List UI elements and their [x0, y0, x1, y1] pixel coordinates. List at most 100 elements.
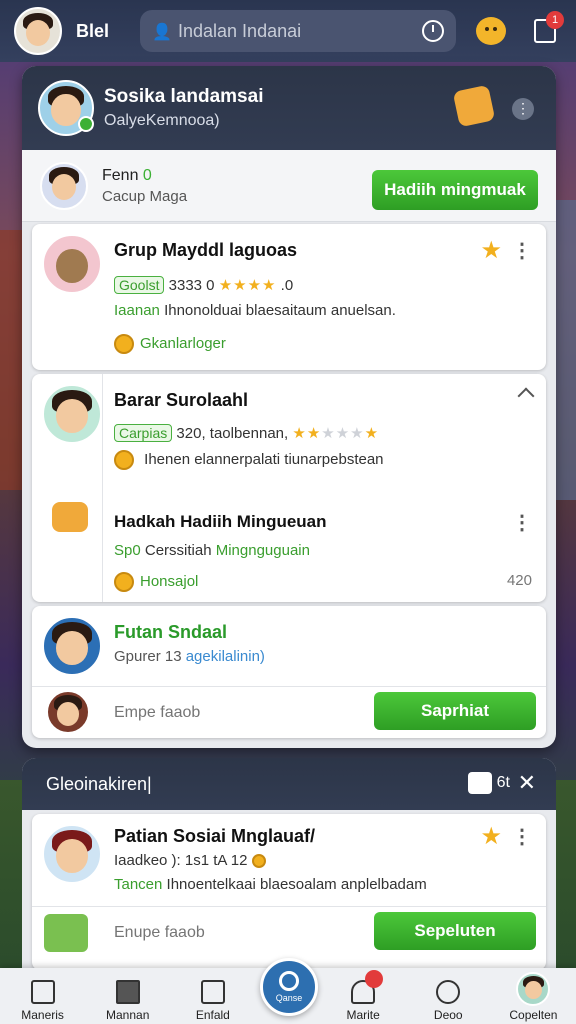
nav-item-alerts[interactable]: Marite [323, 968, 403, 1022]
feed-avatar [40, 161, 88, 210]
nav-label: Deoo [433, 1008, 463, 1022]
star-icon[interactable]: ★ [480, 822, 502, 851]
nav-label: Copelten [509, 1008, 558, 1022]
profile-nav-avatar [516, 972, 551, 1006]
gift-count: 420 [506, 572, 532, 589]
send-button[interactable]: Saprhiat [374, 692, 536, 730]
mascot-icon[interactable] [476, 17, 506, 45]
secondary-panel: Gleoinakiren| 6t ✕ Patian Sosiai Mnglaua… [22, 758, 556, 978]
divider [102, 374, 103, 602]
gift-mascot-icon [52, 502, 88, 532]
group-footer[interactable]: Gkanlarloger [140, 335, 226, 352]
nav-label: Enfald [195, 1008, 230, 1022]
profile-name: Sosika landamsai [104, 86, 264, 107]
chat-avatar [42, 616, 102, 676]
close-icon[interactable]: ✕ [518, 770, 536, 796]
group-pill: Goolst [114, 276, 165, 294]
friend-title: Barar Surolaahl [114, 390, 249, 410]
post-title: Patian Sosiai Mnglauaf/ [114, 826, 316, 846]
online-status-icon [78, 116, 94, 132]
message-input[interactable] [114, 700, 314, 726]
nav-label: Mannan [106, 1008, 150, 1022]
nav-item-docs[interactable]: Enfald [173, 968, 253, 1022]
alert-badge [365, 970, 384, 988]
nav-label: Maneris [21, 1008, 64, 1022]
top-bar: Blel 👤 1 [0, 0, 576, 62]
group-title: Grup Mayddl laguoas [114, 240, 298, 260]
feed-title: Fenn [102, 166, 139, 184]
center-label: Qanse [275, 993, 303, 1003]
coin-icon [114, 450, 134, 470]
post-menu-icon[interactable]: ⋮ [512, 824, 532, 849]
person-icon: 👤 [152, 24, 172, 41]
friend-meta: 320, taolbennan, [176, 425, 289, 442]
notification-icon[interactable]: 1 [534, 11, 564, 43]
search-input[interactable] [178, 20, 422, 42]
nav-item-profile[interactable]: Copelten [493, 968, 573, 1022]
sticker-icon[interactable] [44, 914, 88, 952]
gift-title: Hadkah Hadiih Mingueuan [114, 512, 327, 531]
friend-desc: Ihenen elannerpalati tiunarpebstean [144, 450, 384, 468]
nav-label: Marite [346, 1008, 380, 1022]
card-menu-icon[interactable]: ⋮ [512, 238, 532, 263]
hadiah-button[interactable]: Hadiih mingmuak [372, 170, 538, 210]
notification-badge: 1 [546, 11, 564, 29]
brand-label: Blel [76, 20, 110, 41]
search-bar[interactable]: 👤 [140, 10, 456, 52]
nav-item-search[interactable]: Deoo [408, 968, 488, 1022]
friend-card[interactable]: Barar Surolaahl Carpias 320, taolbennan,… [32, 374, 546, 602]
chat-sub: Gpurer 13 [114, 648, 182, 665]
group-desc: Ihnonolduai blaesaitaum anuelsan. [164, 302, 396, 319]
profile-avatar[interactable] [38, 80, 94, 136]
rating-stars-icon: ★★★★★★ [292, 425, 380, 442]
magnifier-icon [436, 980, 461, 1004]
nav-item-map[interactable]: Mannan [88, 968, 168, 1022]
gift-footer[interactable]: Honsajol [140, 573, 198, 590]
chat-title: Futan Sndaal [114, 622, 228, 642]
coin-icon [251, 854, 266, 869]
secondary-header: Gleoinakiren| 6t ✕ [22, 758, 556, 810]
chat-sub-link[interactable]: agekilalinin) [186, 648, 265, 665]
reply-input[interactable] [114, 920, 314, 946]
post-card[interactable]: Patian Sosiai Mnglauaf/ ★ ⋮ Iaadkeo ): 1… [32, 814, 546, 970]
gift-menu-icon[interactable]: ⋮ [512, 510, 532, 535]
coin-icon [114, 334, 134, 354]
document-icon [200, 980, 225, 1004]
center-ring-icon [279, 971, 299, 991]
post-avatar [42, 824, 102, 884]
chat-card[interactable]: Futan Sndaal Gpurer 13 agekilalinin) Sap… [32, 606, 546, 738]
reply-send-button[interactable]: Sepeluten [374, 912, 536, 950]
post-meta: Iaadkeo ): 1s1 tA 12 [114, 852, 248, 869]
group-meta-end: .0 [280, 277, 294, 294]
post-desc: Ihnoentelkaai blaesoalam anplelbadam [166, 876, 427, 893]
feed-subtitle: Cacup Maga [102, 187, 188, 205]
smile-icon [114, 572, 134, 592]
list-icon [30, 980, 55, 1004]
post-desc-lead: Tancen [114, 876, 163, 893]
face-icon [468, 772, 492, 794]
group-meta: 3333 0 [168, 277, 215, 294]
star-icon[interactable]: ★ [480, 236, 502, 265]
group-card[interactable]: Grup Mayddl laguoas ★ ⋮ Goolst 3333 0 ★★… [32, 224, 546, 370]
group-avatar [42, 234, 102, 294]
profile-header: Sosika landamsai OalyeKemnooa) ⋮ [22, 66, 556, 150]
mascot-sticker-icon [452, 84, 496, 128]
composer-avatar [46, 690, 90, 734]
friend-avatar [42, 384, 102, 444]
friend-pill: Carpias [114, 424, 173, 442]
gift-meta: Cerssitiah [144, 542, 212, 559]
secondary-count: 6t [496, 774, 510, 791]
map-icon [115, 980, 140, 1004]
main-panel: Sosika landamsai OalyeKemnooa) ⋮ Fenn 0 … [22, 66, 556, 748]
chevron-up-icon[interactable] [517, 387, 535, 405]
group-desc-lead: Iaanan [114, 302, 160, 319]
secondary-title: Gleoinakiren| [46, 773, 152, 794]
clock-icon[interactable] [422, 20, 444, 42]
gift-meta-green: Mingnguguain [215, 542, 310, 559]
feed-title-suffix: 0 [142, 166, 152, 184]
user-avatar[interactable] [14, 7, 62, 55]
nav-item-menu[interactable]: Maneris [3, 968, 83, 1022]
more-options-icon[interactable]: ⋮ [512, 98, 534, 120]
center-action-button[interactable]: Qanse [260, 958, 318, 1016]
profile-subtitle: OalyeKemnooa) [104, 112, 220, 129]
